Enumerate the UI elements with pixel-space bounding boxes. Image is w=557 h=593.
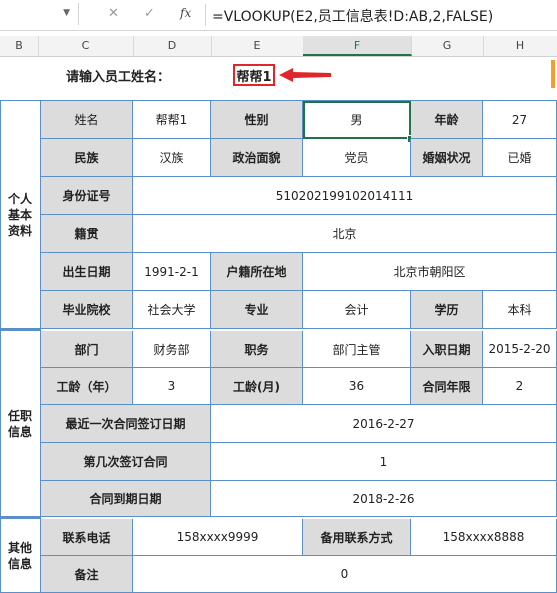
- value-age[interactable]: 27: [483, 101, 557, 139]
- label-name: 姓名: [41, 101, 133, 139]
- value-native-place[interactable]: 北京: [133, 215, 557, 253]
- value-ethnic[interactable]: 汉族: [133, 139, 211, 177]
- employee-info-form: 个人基本资料 任职信息 其他信息 姓名 帮帮1 性别 男 年龄 27 民族 汉族…: [0, 0, 557, 593]
- label-phone: 联系电话: [41, 519, 133, 556]
- section-basic-info: 个人基本资料: [0, 101, 41, 329]
- label-hire-date: 入职日期: [411, 331, 483, 368]
- label-contract-term: 合同年限: [411, 368, 483, 405]
- value-birth-date[interactable]: 1991-2-1: [133, 253, 211, 291]
- label-age: 年龄: [411, 101, 483, 139]
- value-hire-date[interactable]: 2015-2-20: [483, 331, 557, 368]
- value-contract-count[interactable]: 1: [211, 443, 557, 481]
- value-last-contract-date[interactable]: 2016-2-27: [211, 405, 557, 443]
- label-birth-date: 出生日期: [41, 253, 133, 291]
- value-months-service[interactable]: 36: [303, 368, 411, 405]
- label-years-service: 工龄（年）: [41, 368, 133, 405]
- label-contract-count: 第几次签订合同: [41, 443, 211, 481]
- value-department[interactable]: 财务部: [133, 331, 211, 368]
- value-major[interactable]: 会计: [303, 291, 411, 329]
- label-ethnic: 民族: [41, 139, 133, 177]
- label-id-number: 身份证号: [41, 177, 133, 215]
- value-education[interactable]: 本科: [483, 291, 557, 329]
- value-notes[interactable]: 0: [133, 556, 557, 593]
- label-school: 毕业院校: [41, 291, 133, 329]
- value-school[interactable]: 社会大学: [133, 291, 211, 329]
- value-gender[interactable]: 男: [303, 101, 411, 139]
- label-native-place: 籍贯: [41, 215, 133, 253]
- value-marital[interactable]: 已婚: [483, 139, 557, 177]
- value-position[interactable]: 部门主管: [303, 331, 411, 368]
- value-contract-expiry[interactable]: 2018-2-26: [211, 481, 557, 517]
- label-alt-contact: 备用联系方式: [303, 519, 411, 556]
- label-education: 学历: [411, 291, 483, 329]
- label-last-contract-date: 最近一次合同签订日期: [41, 405, 211, 443]
- label-notes: 备注: [41, 556, 133, 593]
- value-contract-term[interactable]: 2: [483, 368, 557, 405]
- label-marital: 婚姻状况: [411, 139, 483, 177]
- label-contract-expiry: 合同到期日期: [41, 481, 211, 517]
- value-id-number[interactable]: 510202199102014111: [133, 177, 557, 215]
- label-months-service: 工龄(月): [211, 368, 303, 405]
- value-household-registration[interactable]: 北京市朝阳区: [303, 253, 557, 291]
- value-political[interactable]: 党员: [303, 139, 411, 177]
- label-gender: 性别: [211, 101, 303, 139]
- label-department: 部门: [41, 331, 133, 368]
- value-name[interactable]: 帮帮1: [133, 101, 211, 139]
- label-position: 职务: [211, 331, 303, 368]
- label-household-registration: 户籍所在地: [211, 253, 303, 291]
- section-other-info: 其他信息: [0, 517, 41, 593]
- label-political: 政治面貌: [211, 139, 303, 177]
- value-phone[interactable]: 158xxxx9999: [133, 519, 303, 556]
- section-employment-info: 任职信息: [0, 329, 41, 517]
- value-alt-contact[interactable]: 158xxxx8888: [411, 519, 557, 556]
- label-major: 专业: [211, 291, 303, 329]
- value-years-service[interactable]: 3: [133, 368, 211, 405]
